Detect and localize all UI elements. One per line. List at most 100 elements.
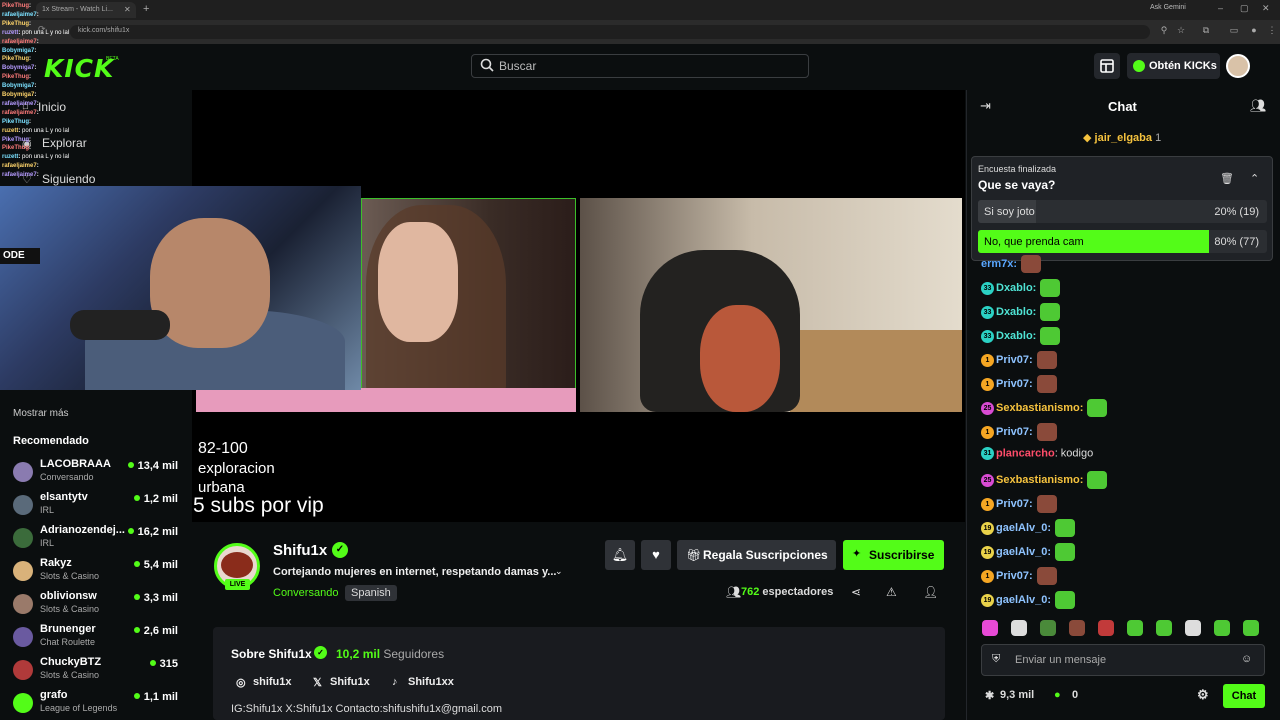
user-list-icon[interactable]: 👥︎	[1250, 98, 1267, 114]
chat-username[interactable]: Priv07:	[996, 498, 1033, 510]
overlay-chat-line: rafaeljaime7:	[2, 100, 39, 107]
share-icon[interactable]: ⋖	[851, 585, 861, 599]
overlay-chat-user: Bobymiga7	[2, 83, 35, 90]
trash-icon[interactable]: 🗑︎	[1220, 172, 1234, 185]
search-icon	[480, 58, 494, 72]
chat-username[interactable]: plancarcho	[996, 447, 1055, 459]
quick-emote[interactable]	[1156, 620, 1172, 636]
quick-emote[interactable]	[1040, 620, 1056, 636]
social-tiktok[interactable]: Shifu1xx	[408, 676, 454, 688]
notifications-button[interactable]: 🔔︎	[605, 540, 635, 570]
follow-button[interactable]: ♥	[641, 540, 671, 570]
video-overlay-line-1: 82-100	[198, 440, 248, 457]
chat-username[interactable]: Sexbastianismo:	[996, 402, 1083, 414]
chat-emote	[1055, 591, 1076, 609]
collapse-chat-icon[interactable]: ⇥	[980, 98, 991, 114]
emoji-icon[interactable]: ☺	[1241, 653, 1252, 665]
quick-emote[interactable]	[1127, 620, 1143, 636]
chat-message: 1 Priv07:	[981, 423, 1057, 441]
channel-bio: IG:Shifu1x X:Shifu1x Contacto:shifushifu…	[231, 703, 503, 715]
user-options-icon[interactable]: 👤︎	[923, 585, 938, 599]
recommended-channel[interactable]: LACOBRAAA Conversando 13,4 mil	[13, 458, 183, 491]
subscriber-badge-icon: 1	[981, 497, 994, 511]
chat-username[interactable]: Sexbastianismo:	[996, 474, 1083, 486]
chat-username[interactable]: gaelAlv_0:	[996, 522, 1051, 534]
chat-message: 33 Dxablo:	[981, 303, 1061, 321]
quick-emote[interactable]	[1069, 620, 1085, 636]
recommended-category: IRL	[40, 538, 55, 548]
profile-icon[interactable]: ●	[1248, 25, 1260, 37]
chat-username[interactable]: Priv07:	[996, 378, 1033, 390]
recommended-channel[interactable]: elsantytv IRL 1,2 mil	[13, 491, 183, 524]
chat-username[interactable]: Priv07:	[996, 570, 1033, 582]
shield-icon: ⛨	[992, 653, 1001, 665]
chat-username[interactable]: Priv07:	[996, 354, 1033, 366]
chat-emote	[1036, 375, 1057, 393]
zoom-icon[interactable]: ⚲	[1158, 25, 1170, 37]
channel-name[interactable]: Shifu1x	[273, 542, 327, 559]
quick-emote[interactable]	[1098, 620, 1114, 636]
quick-emote[interactable]	[1185, 620, 1201, 636]
recommended-avatar	[13, 495, 33, 515]
live-dot-icon	[133, 693, 140, 699]
points-balance: 0	[1072, 689, 1079, 701]
chat-username[interactable]: Dxablo:	[996, 330, 1036, 342]
window-close-icon[interactable]: ✕	[1262, 3, 1270, 14]
overlay-chat-line: rafaeljaime7:	[2, 163, 39, 170]
social-x[interactable]: Shifu1x	[330, 676, 370, 688]
overlay-chat-line: PikeThug:	[2, 3, 32, 9]
quick-emote[interactable]	[1011, 620, 1027, 636]
address-bar[interactable]: kick.com/shifu1x	[70, 25, 1150, 39]
live-dot-icon	[127, 462, 134, 468]
chat-username[interactable]: gaelAlv_0:	[996, 546, 1051, 558]
live-dot-icon	[133, 561, 140, 567]
chat-username[interactable]: Dxablo:	[996, 282, 1036, 294]
send-chat-button[interactable]: Chat	[1223, 684, 1265, 708]
chat-username[interactable]: erm7x:	[981, 258, 1017, 270]
cast-icon[interactable]: ▭	[1228, 25, 1240, 37]
poll-question: Que se vaya?	[978, 178, 1056, 192]
quick-emote[interactable]	[982, 620, 998, 636]
chat-username[interactable]: Dxablo:	[996, 306, 1036, 318]
recommended-channel[interactable]: Adrianozendej... IRL 16,2 mil	[13, 524, 183, 557]
stream-title: Cortejando mujeres en internet, respetan…	[273, 566, 557, 578]
quick-emote[interactable]	[1214, 620, 1230, 636]
chat-username[interactable]: Priv07:	[996, 426, 1033, 438]
chat-emote	[1087, 471, 1108, 489]
recommended-channel[interactable]: ChuckyBTZ Slots & Casino 315	[13, 656, 183, 689]
minimize-icon[interactable]: –	[1218, 3, 1223, 13]
recommended-channel[interactable]: grafo League of Legends 1,1 mil	[13, 689, 183, 720]
recommended-avatar	[13, 627, 33, 647]
overlay-chat-line: PikeThug:	[2, 56, 32, 63]
quick-emote[interactable]	[1243, 620, 1259, 636]
maximize-icon[interactable]: ▢	[1240, 3, 1249, 14]
instagram-icon: ◎	[236, 677, 246, 689]
show-more-link[interactable]: Mostrar más	[13, 408, 69, 419]
poll-option-1-result: 20% (19)	[1214, 206, 1259, 218]
overlay-chat-line: Bobymiga7:	[2, 65, 37, 72]
chat-message: 31 plancarcho: kodigo	[981, 447, 1093, 465]
recommended-channel[interactable]: Rakyz Slots & Casino 5,4 mil	[13, 557, 183, 590]
overlay-chat-user: ruzett	[2, 29, 19, 36]
user-avatar[interactable]	[1226, 54, 1250, 78]
recommended-avatar	[13, 462, 33, 482]
language-tag[interactable]: Spanish	[345, 585, 397, 601]
ask-gemini-button[interactable]: Ask Gemini	[1150, 4, 1186, 11]
menu-kebab-icon[interactable]: ⋮	[1266, 25, 1278, 37]
chat-username[interactable]: gaelAlv_0:	[996, 594, 1051, 606]
chat-title: Chat	[1108, 99, 1137, 114]
recommended-channel[interactable]: Brunenger Chat Roulette 2,6 mil	[13, 623, 183, 656]
overlay-chat-user: Bobymiga7	[2, 47, 35, 54]
bookmark-star-icon[interactable]: ☆	[1175, 25, 1187, 37]
chat-settings-icon[interactable]: ⚙	[1197, 687, 1209, 703]
extensions-icon[interactable]: ⧉	[1200, 25, 1212, 37]
layout-toggle-button[interactable]	[1094, 53, 1120, 79]
chevron-up-icon[interactable]: ⌃	[1250, 172, 1259, 185]
recommended-channel[interactable]: oblivionsw Slots & Casino 3,3 mil	[13, 590, 183, 623]
social-instagram[interactable]: shifu1x	[253, 676, 292, 688]
pinned-username[interactable]: jair_elgaba	[1095, 132, 1152, 144]
report-icon[interactable]: ⚠	[886, 585, 897, 599]
stream-category[interactable]: Conversando	[273, 587, 338, 599]
chevron-down-icon[interactable]: ⌄	[555, 566, 563, 577]
chat-emote	[1040, 303, 1061, 321]
